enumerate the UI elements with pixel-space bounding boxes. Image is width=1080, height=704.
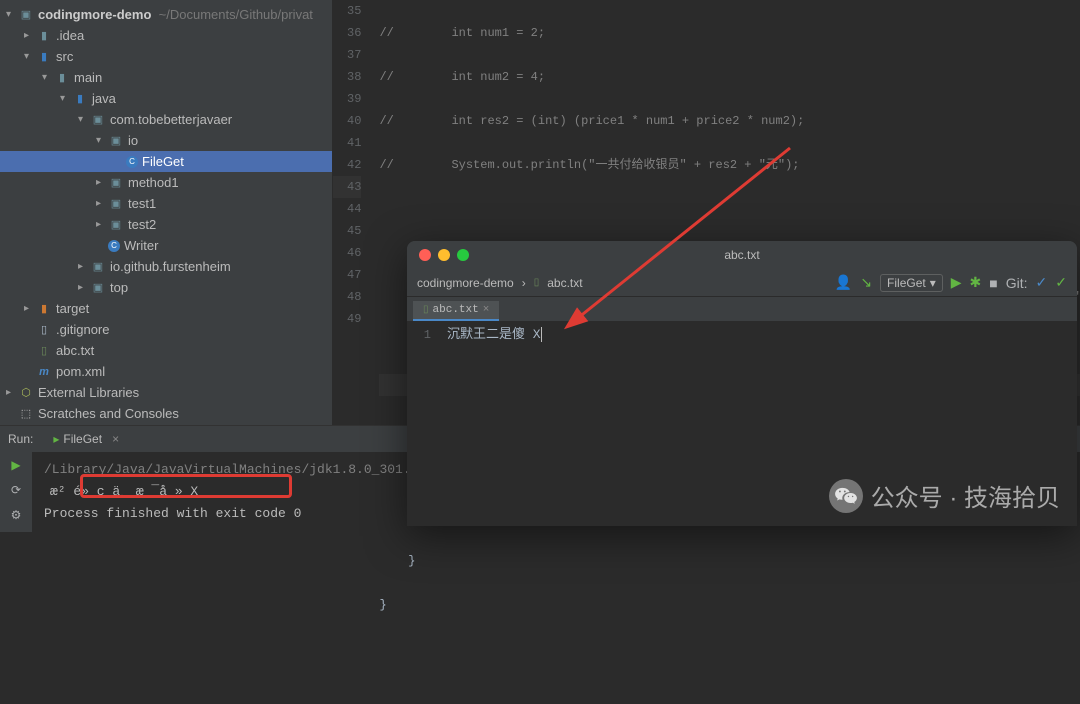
tree-file-abctxt[interactable]: ▯abc.txt	[0, 340, 332, 361]
window-controls[interactable]	[419, 249, 469, 261]
chevron-right-icon: ▸	[96, 219, 108, 230]
project-path: ~/Documents/Github/privat	[151, 7, 313, 22]
project-sidebar[interactable]: ▾ ▣ codingmore-demo ~/Documents/Github/p…	[0, 0, 333, 425]
tree-package-io[interactable]: ▾▣io	[0, 130, 332, 151]
breadcrumb-file[interactable]: abc.txt	[547, 276, 582, 290]
folder-icon: ▮	[36, 49, 52, 65]
chevron-right-icon: ▸	[78, 282, 90, 293]
tree-external-libraries[interactable]: ▸⬡External Libraries	[0, 382, 332, 403]
watermark-text: 公众号 · 技海拾贝	[871, 478, 1060, 513]
scratches-icon: ⬚	[18, 406, 34, 422]
play-icon: ▸	[53, 432, 59, 446]
stop-icon[interactable]: ■	[989, 275, 997, 291]
wechat-icon	[829, 479, 863, 513]
chevron-right-icon: ▸	[24, 303, 36, 314]
close-icon[interactable]: ×	[483, 304, 490, 316]
package-icon: ▣	[108, 217, 124, 233]
tree-folder-src[interactable]: ▾▮src	[0, 46, 332, 67]
run-config-dropdown[interactable]: FileGet ▾	[880, 274, 943, 292]
tree-package-method1[interactable]: ▸▣method1	[0, 172, 332, 193]
text-file-icon: ▯	[423, 304, 429, 316]
close-icon[interactable]: ×	[112, 432, 119, 446]
git-update-icon[interactable]: ✓	[1036, 274, 1048, 291]
package-icon: ▣	[90, 259, 106, 275]
package-icon: ▣	[90, 112, 106, 128]
package-icon: ▣	[90, 280, 106, 296]
popup-toolbar: codingmore-demo › ▯ abc.txt 👤 ↘ FileGet …	[407, 269, 1077, 297]
close-window-icon[interactable]	[419, 249, 431, 261]
text-file-icon: ▯	[534, 277, 540, 288]
tree-class-writer[interactable]: CWriter	[0, 235, 332, 256]
git-label: Git:	[1006, 275, 1028, 291]
class-icon: C	[108, 240, 120, 252]
text-cursor	[541, 327, 550, 342]
package-icon: ▣	[108, 133, 124, 149]
tree-folder-idea[interactable]: ▸▮.idea	[0, 25, 332, 46]
user-icon[interactable]: 👤	[835, 274, 852, 291]
popup-titlebar[interactable]: abc.txt	[407, 241, 1077, 269]
tree-class-fileget[interactable]: CFileGet	[0, 151, 332, 172]
chevron-down-icon: ▾	[96, 135, 108, 146]
popup-tab-abctxt[interactable]: ▯abc.txt ×	[413, 301, 499, 321]
package-icon: ▣	[108, 175, 124, 191]
watermark: 公众号 · 技海拾贝	[829, 478, 1060, 513]
run-gutter: ▶ ⟳ ⚙	[0, 452, 32, 532]
tree-package-top[interactable]: ▸▣top	[0, 277, 332, 298]
chevron-down-icon: ▾	[78, 114, 90, 125]
library-icon: ⬡	[18, 385, 34, 401]
debug-icon[interactable]: ✱	[970, 274, 982, 291]
stop-icon[interactable]: ⟳	[11, 483, 21, 498]
tree-file-gitignore[interactable]: ▯.gitignore	[0, 319, 332, 340]
popup-gutter: 1	[407, 321, 437, 526]
chevron-right-icon: ▸	[6, 387, 18, 398]
file-icon: ▯	[36, 322, 52, 338]
settings-icon[interactable]: ⚙	[11, 508, 22, 523]
popup-title: abc.txt	[724, 248, 759, 262]
popup-editor-tabs: ▯abc.txt ×	[407, 297, 1077, 321]
tree-package-iogithub[interactable]: ▸▣io.github.furstenheim	[0, 256, 332, 277]
tree-project-root[interactable]: ▾ ▣ codingmore-demo ~/Documents/Github/p…	[0, 4, 332, 25]
tree-package-test1[interactable]: ▸▣test1	[0, 193, 332, 214]
run-label: Run:	[8, 432, 33, 446]
editor-gutter: 353637383940414243444546474849	[333, 0, 369, 330]
chevron-right-icon: ▸	[78, 261, 90, 272]
chevron-down-icon: ▾	[930, 276, 936, 290]
maven-icon: m	[36, 364, 52, 380]
run-icon[interactable]: ▶	[951, 274, 962, 291]
chevron-down-icon: ▾	[6, 9, 18, 20]
tree-package[interactable]: ▾▣com.tobebetterjavaer	[0, 109, 332, 130]
tree-folder-target[interactable]: ▸▮target	[0, 298, 332, 319]
chevron-right-icon: ▸	[96, 198, 108, 209]
chevron-down-icon: ▾	[42, 72, 54, 83]
project-icon: ▣	[18, 7, 34, 23]
text-file-icon: ▯	[36, 343, 52, 359]
hammer-icon[interactable]: ↘	[860, 274, 872, 291]
rerun-icon[interactable]: ▶	[11, 458, 20, 473]
breadcrumb-project[interactable]: codingmore-demo	[417, 276, 514, 290]
tree-folder-main[interactable]: ▾▮main	[0, 67, 332, 88]
folder-icon: ▮	[54, 70, 70, 86]
git-commit-icon[interactable]: ✓	[1055, 274, 1067, 291]
chevron-down-icon: ▾	[24, 51, 36, 62]
chevron-right-icon: ▸	[24, 30, 36, 41]
folder-icon: ▮	[72, 91, 88, 107]
tree-package-test2[interactable]: ▸▣test2	[0, 214, 332, 235]
tree-file-pomxml[interactable]: mpom.xml	[0, 361, 332, 382]
maximize-window-icon[interactable]	[457, 249, 469, 261]
annotation-highlight-box	[80, 474, 292, 498]
folder-icon: ▮	[36, 301, 52, 317]
project-name: codingmore-demo	[38, 7, 151, 22]
tree-folder-java[interactable]: ▾▮java	[0, 88, 332, 109]
tree-scratches[interactable]: ⬚Scratches and Consoles	[0, 403, 332, 424]
package-icon: ▣	[108, 196, 124, 212]
minimize-window-icon[interactable]	[438, 249, 450, 261]
folder-icon: ▮	[36, 28, 52, 44]
class-icon: C	[126, 156, 138, 168]
chevron-down-icon: ▾	[60, 93, 72, 104]
chevron-right-icon: ›	[522, 276, 526, 290]
chevron-right-icon: ▸	[96, 177, 108, 188]
run-tab[interactable]: ▸FileGet×	[43, 429, 129, 449]
